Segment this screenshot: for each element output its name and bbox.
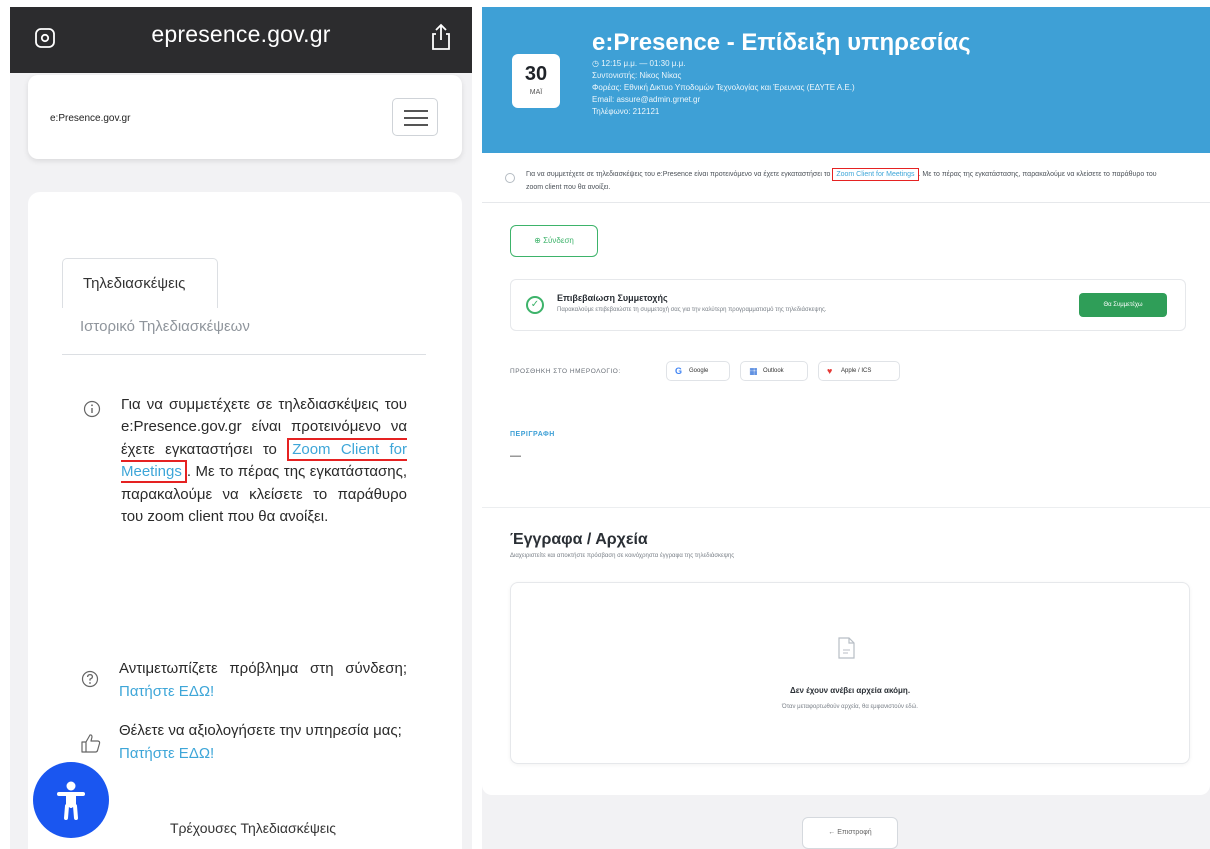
participation-confirmation: ✓ Επιβεβαίωση Συμμετοχής Παρακαλούμε επι… — [510, 279, 1186, 331]
event-phone: Τηλέφωνο: 212121 — [592, 107, 660, 116]
hamburger-icon — [404, 110, 428, 112]
content-card: Τηλεδιασκέψεις Ιστορικό Τηλεδιασκέψεων Γ… — [28, 192, 462, 849]
apple-icon: ♥ — [827, 366, 833, 376]
documents-title: Έγγραφα / Αρχεία — [510, 531, 648, 548]
apple-calendar-button[interactable]: ♥ Apple / ICS — [818, 361, 900, 381]
check-circle-icon: ✓ — [526, 296, 544, 314]
event-hero: 30 ΜΑΪ e:Presence - Επίδειξη υπηρεσίας ◷… — [482, 7, 1210, 153]
file-icon — [838, 637, 855, 659]
tab-divider — [62, 354, 426, 355]
zoom-client-link[interactable]: Zoom Client for Meetings — [832, 168, 919, 181]
attend-button[interactable]: Θα Συμμετέχω — [1079, 293, 1167, 317]
browser-url-bar[interactable]: epresence.gov.gr — [10, 7, 472, 73]
google-icon: G — [675, 366, 683, 376]
accessibility-icon — [57, 781, 85, 820]
screenshot-root: epresence.gov.gr e:Presence.gov.gr Τηλεδ… — [0, 0, 1210, 849]
outlook-label: Outlook — [763, 368, 784, 374]
thumbs-up-icon — [81, 734, 101, 753]
rate-service-text: Θέλετε να αξιολογήσετε την υπηρεσία μας;… — [119, 719, 407, 765]
description-value: — — [510, 450, 521, 462]
confirm-title: Επιβεβαίωση Συμμετοχής — [557, 293, 668, 303]
event-email: Email: assure@admin.grnet.gr — [592, 95, 701, 104]
desktop-page: 30 ΜΑΪ e:Presence - Επίδειξη υπηρεσίας ◷… — [482, 7, 1210, 849]
event-title: e:Presence - Επίδειξη υπηρεσίας — [592, 29, 971, 56]
section-divider — [482, 507, 1210, 508]
event-organization: Φορέας: Εθνική Δικτυο Υποδομών Τεχνολογί… — [592, 83, 855, 92]
tab-conferences[interactable]: Τηλεδιασκέψεις — [62, 258, 218, 308]
info-icon — [505, 173, 515, 183]
notice-text: Για να συμμετέχετε σε τηλεδιασκέψεις του… — [526, 168, 1166, 194]
current-conferences-heading: Τρέχουσες Τηλεδιασκέψεις — [170, 820, 336, 836]
add-to-calendar-label: ΠΡΟΣΘΗΚΗ ΣΤΟ ΗΜΕΡΟΛΟΓΙΟ: — [510, 368, 621, 375]
empty-title: Δεν έχουν ανέβει αρχεία ακόμη. — [789, 686, 911, 695]
outlook-icon: ▦ — [749, 366, 758, 376]
outlook-calendar-button[interactable]: ▦ Outlook — [740, 361, 808, 381]
confirm-subtitle: Παρακαλούμε επιβεβαιώστε τη συμμετοχή σα… — [557, 307, 827, 313]
zoom-info-text: Για να συμμετέχετε σε τηλεδιασκέψεις του… — [121, 394, 407, 528]
google-label: Google — [689, 368, 709, 374]
back-button[interactable]: ← Επιστροφή — [802, 817, 898, 849]
rate-question: Θέλετε να αξιολογήσετε την υπηρεσία μας; — [119, 722, 402, 739]
help-link[interactable]: Πατήστε ΕΔΩ! — [119, 683, 214, 700]
event-content: Για να συμμετέχετε σε τηλεδιασκέψεις του… — [482, 153, 1210, 795]
rate-link[interactable]: Πατήστε ΕΔΩ! — [119, 745, 214, 762]
menu-button[interactable] — [392, 98, 438, 136]
question-icon — [81, 670, 99, 688]
apple-label: Apple / ICS — [841, 368, 872, 374]
site-logo[interactable]: e:Presence.gov.gr — [50, 113, 130, 124]
hamburger-icon — [404, 124, 428, 126]
help-text: Αντιμετωπίζετε πρόβλημα στη σύνδεση; Πατ… — [119, 657, 407, 703]
url-domain: epresence.gov.gr — [151, 21, 331, 47]
event-time: ◷ 12:15 μ.μ. — 01:30 μ.μ. — [592, 59, 686, 68]
help-question: Αντιμετωπίζετε πρόβλημα στη σύνδεση; — [119, 660, 407, 677]
empty-subtitle: Όταν μεταφορτωθούν αρχεία, θα εμφανιστού… — [782, 704, 918, 710]
date-day: 30 — [524, 63, 548, 85]
google-calendar-button[interactable]: G Google — [666, 361, 730, 381]
accessibility-button[interactable] — [33, 762, 109, 838]
connect-button[interactable]: ⊕ Σύνδεση — [510, 225, 598, 257]
notice-before: Για να συμμετέχετε σε τηλεδιασκέψεις του… — [526, 171, 831, 178]
date-month: ΜΑΪ — [529, 89, 543, 96]
zoom-notice: Για να συμμετέχετε σε τηλεδιασκέψεις του… — [482, 153, 1210, 203]
tab-conference-history[interactable]: Ιστορικό Τηλεδιασκέψεων — [80, 318, 250, 335]
documents-subtitle: Διαχειριστείτε και αποκτήστε πρόσβαση σε… — [510, 553, 735, 559]
mobile-browser: epresence.gov.gr e:Presence.gov.gr Τηλεδ… — [10, 7, 472, 849]
event-coordinator: Συντονιστής: Νίκος Νίκας — [592, 71, 682, 80]
info-icon — [83, 400, 101, 418]
documents-empty-state: Δεν έχουν ανέβει αρχεία ακόμη. Όταν μετα… — [510, 582, 1190, 764]
site-header: e:Presence.gov.gr — [28, 75, 462, 159]
share-icon[interactable] — [430, 23, 452, 51]
description-label: ΠΕΡΙΓΡΑΦΗ — [510, 431, 555, 438]
date-badge: 30 ΜΑΪ — [512, 54, 560, 108]
hamburger-icon — [404, 117, 428, 119]
